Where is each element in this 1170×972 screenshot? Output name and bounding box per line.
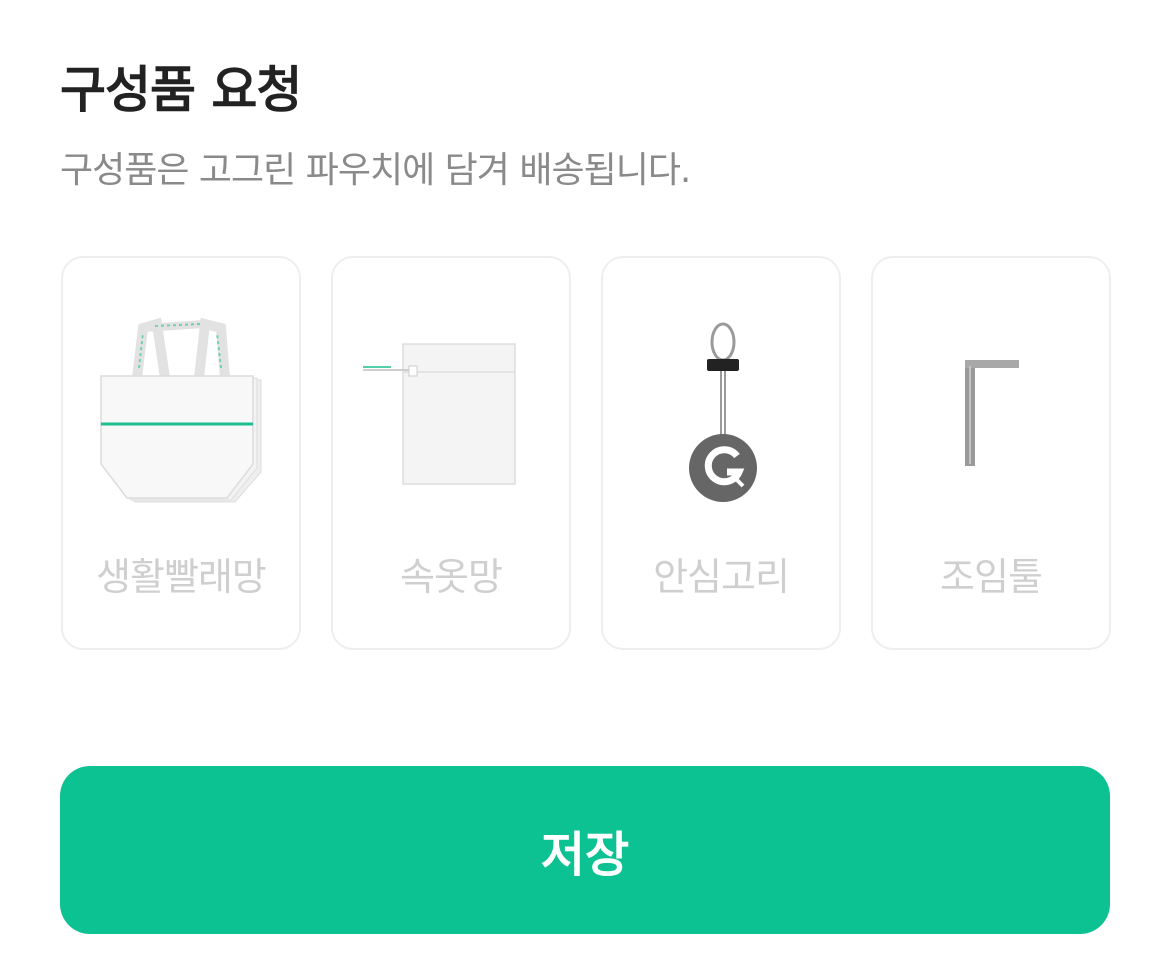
item-card-laundry-net[interactable]: 생활빨래망 xyxy=(61,256,301,650)
item-card-safety-hook[interactable]: 안심고리 xyxy=(601,256,841,650)
item-card-list: 생활빨래망 속옷망 안심고리 조임툴 xyxy=(61,256,1111,650)
page-subtitle: 구성품은 고그린 파우치에 담겨 배송됩니다. xyxy=(60,150,691,191)
item-card-tightening-tool[interactable]: 조임툴 xyxy=(871,256,1111,650)
save-button[interactable]: 저장 xyxy=(60,766,1110,934)
page-title: 구성품 요청 xyxy=(60,61,302,119)
item-label: 조임툴 xyxy=(940,555,1043,599)
item-label: 속옷망 xyxy=(400,555,503,599)
component-request-sheet: 구성품 요청 구성품은 고그린 파우치에 담겨 배송됩니다. 생활빨래망 속옷망… xyxy=(0,0,1170,972)
item-card-underwear-net[interactable]: 속옷망 xyxy=(331,256,571,650)
item-label: 안심고리 xyxy=(653,555,790,599)
item-label: 생활빨래망 xyxy=(96,555,267,599)
